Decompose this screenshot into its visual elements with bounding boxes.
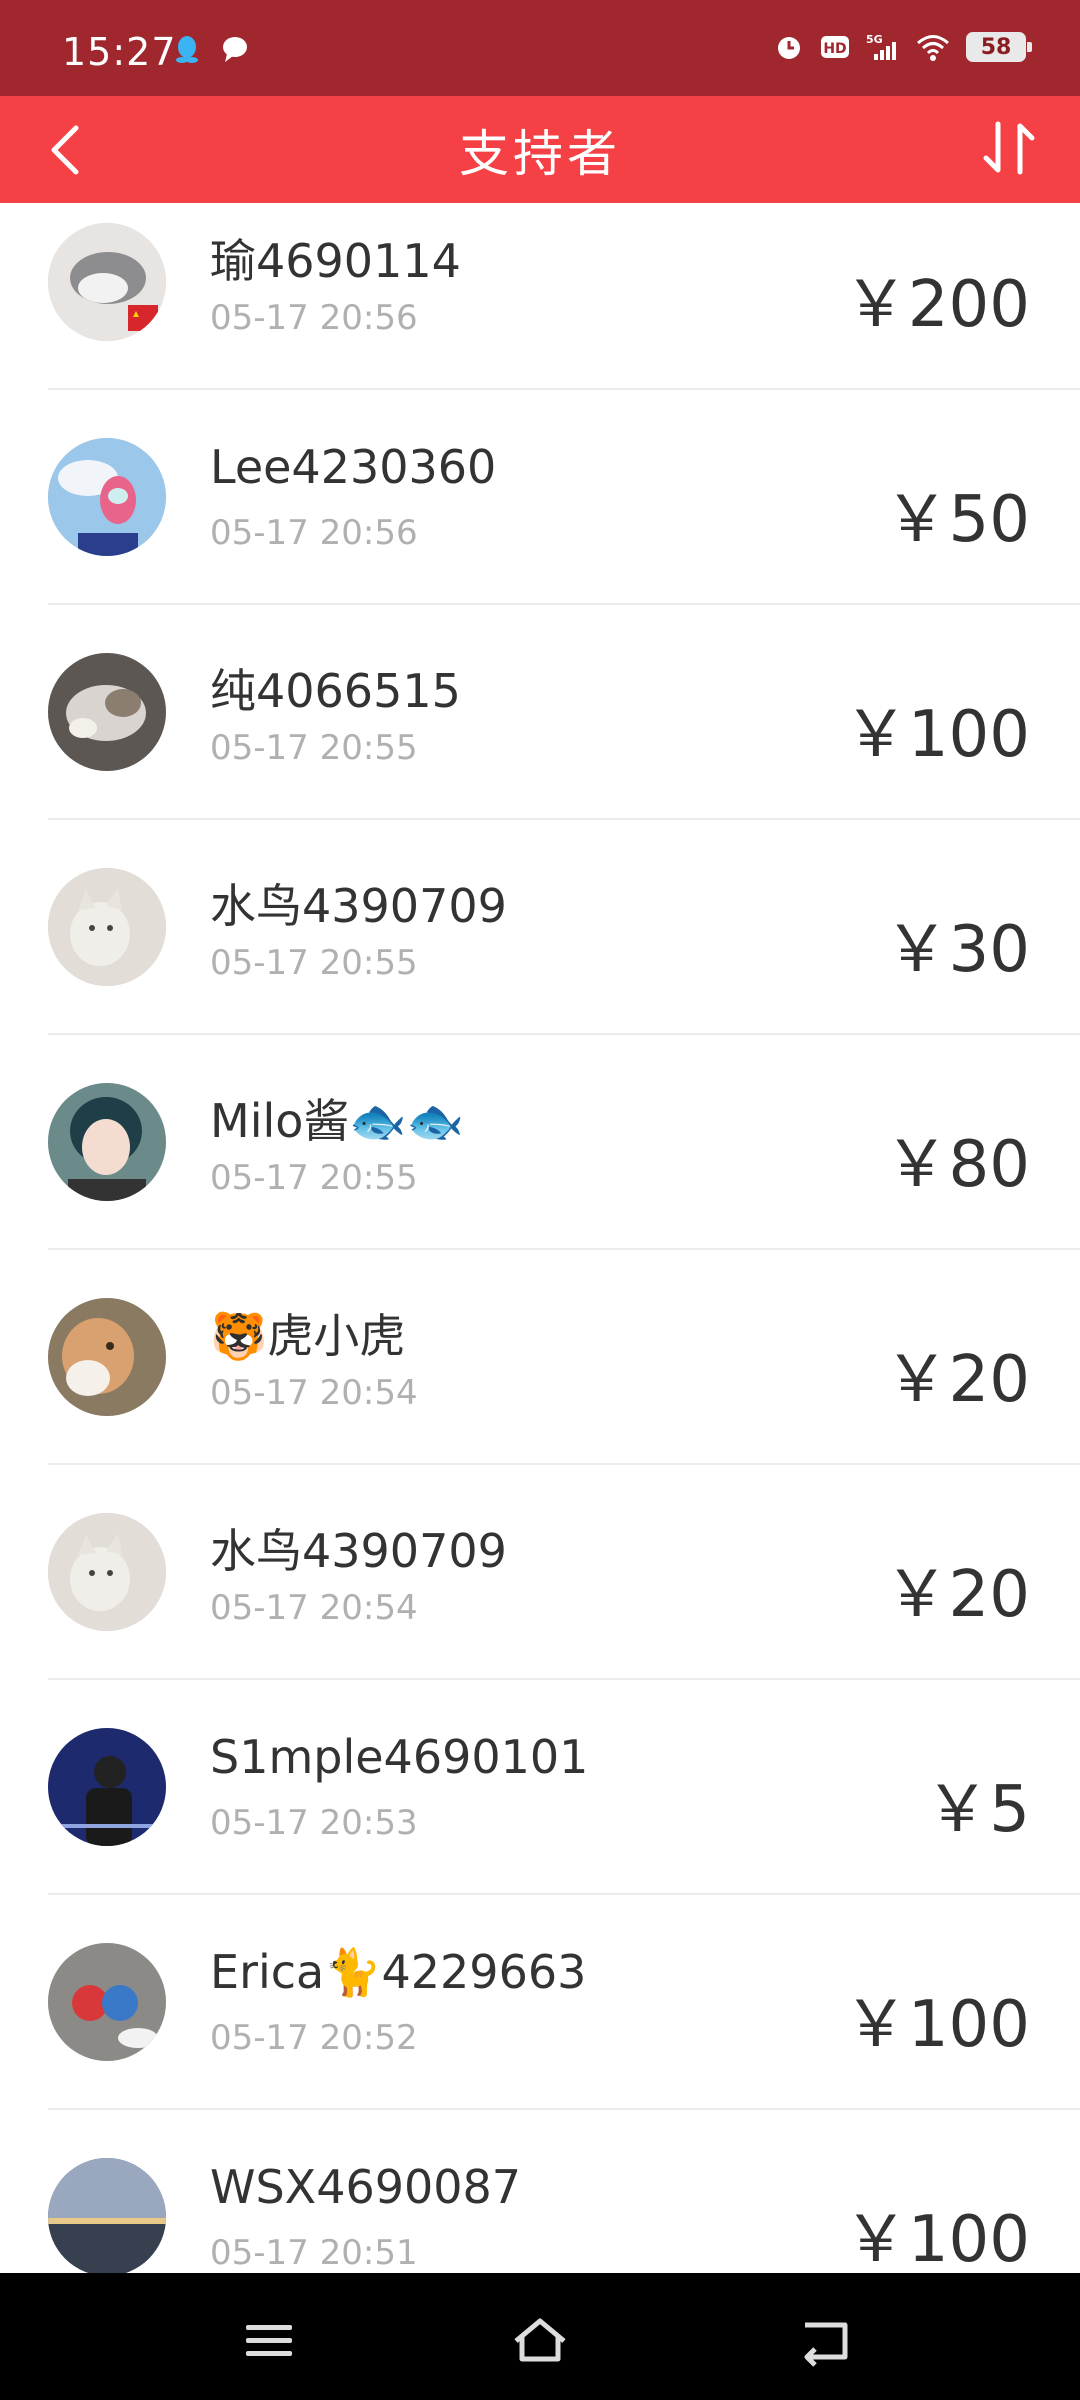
avatar[interactable] [48,438,166,556]
avatar[interactable] [48,868,166,986]
list-item[interactable]: Lee4230360 05-17 20:56 ￥50 [0,390,1080,605]
wifi-icon [917,35,949,61]
support-time: 05-17 20:55 [210,943,418,983]
supporter-name: Milo酱🐟🐟 [210,1094,464,1148]
page-title: 支持者 [459,125,621,183]
support-time: 05-17 20:52 [210,2018,418,2058]
alarm-icon [778,37,800,59]
hd-icon: HD [821,36,849,58]
list-item[interactable]: 🐯虎小虎 05-17 20:54 ￥20 [0,1250,1080,1465]
supporter-name: WSX4690087 [210,2160,522,2214]
supporter-name: 纯4066515 [210,664,461,718]
chat-bubble-icon [223,37,247,62]
supporter-name: 水鸟4390709 [210,1524,507,1578]
list-item[interactable]: 水鸟4390709 05-17 20:55 ￥30 [0,820,1080,1035]
support-amount: ￥5 [925,1773,1030,1847]
status-bar: 15:27 HD 5G 58 [0,0,1080,96]
system-nav-bar [0,2273,1080,2400]
avatar[interactable] [48,1728,166,1846]
support-amount: ￥100 [843,2203,1030,2273]
status-time: 15:27 [62,30,177,74]
support-time: 05-17 20:55 [210,1158,418,1198]
avatar[interactable] [48,1083,166,1201]
list-item[interactable]: 纯4066515 05-17 20:55 ￥100 [0,605,1080,820]
avatar[interactable] [48,1943,166,2061]
avatar[interactable] [48,653,166,771]
list-item[interactable]: WSX4690087 05-17 20:51 ￥100 [0,2110,1080,2273]
list-item[interactable]: Milo酱🐟🐟 05-17 20:55 ￥80 [0,1035,1080,1250]
home-icon[interactable] [510,2313,570,2369]
list-item[interactable]: S1mple4690101 05-17 20:53 ￥5 [0,1680,1080,1895]
list-item[interactable]: Erica🐈4229663 05-17 20:52 ￥100 [0,1895,1080,2110]
support-amount: ￥200 [843,268,1030,342]
support-amount: ￥50 [884,483,1030,557]
support-amount: ￥100 [843,698,1030,772]
svg-text:5G: 5G [866,33,883,46]
list-item[interactable]: 水鸟4390709 05-17 20:54 ￥20 [0,1465,1080,1680]
supporter-name: 瑜4690114 [210,234,461,288]
supporter-list[interactable]: 瑜4690114 05-17 20:56 ￥200 Lee4230360 05-… [0,203,1080,2273]
support-time: 05-17 20:56 [210,513,418,553]
avatar[interactable] [48,223,166,341]
supporter-name: 水鸟4390709 [210,879,507,933]
support-time: 05-17 20:55 [210,728,418,768]
support-time: 05-17 20:53 [210,1803,418,1843]
support-time: 05-17 20:56 [210,298,418,338]
back-icon[interactable] [795,2313,855,2369]
battery-icon: 58 [966,32,1032,62]
support-time: 05-17 20:54 [210,1588,418,1628]
support-amount: ￥80 [884,1128,1030,1202]
support-amount: ￥30 [884,913,1030,987]
status-right-icons: HD 5G 58 [774,32,1032,62]
qq-icon [176,36,198,63]
support-time: 05-17 20:51 [210,2233,418,2273]
support-amount: ￥20 [884,1558,1030,1632]
signal-5g-icon: 5G [866,33,896,60]
supporter-name: Erica🐈4229663 [210,1945,587,1999]
supporter-name: 🐯虎小虎 [210,1309,406,1363]
avatar[interactable] [48,2158,166,2273]
supporter-name: Lee4230360 [210,440,497,494]
support-amount: ￥100 [843,1988,1030,2062]
sort-arrows-icon[interactable] [974,112,1044,184]
avatar[interactable] [48,1298,166,1416]
support-time: 05-17 20:54 [210,1373,418,1413]
status-left-icons [172,34,250,64]
menu-icon[interactable] [240,2313,300,2369]
svg-text:HD: HD [823,41,846,57]
app-header: 支持者 [0,96,1080,203]
support-amount: ￥20 [884,1343,1030,1417]
supporter-name: S1mple4690101 [210,1730,589,1784]
avatar[interactable] [48,1513,166,1631]
list-item[interactable]: 瑜4690114 05-17 20:56 ￥200 [0,203,1080,390]
